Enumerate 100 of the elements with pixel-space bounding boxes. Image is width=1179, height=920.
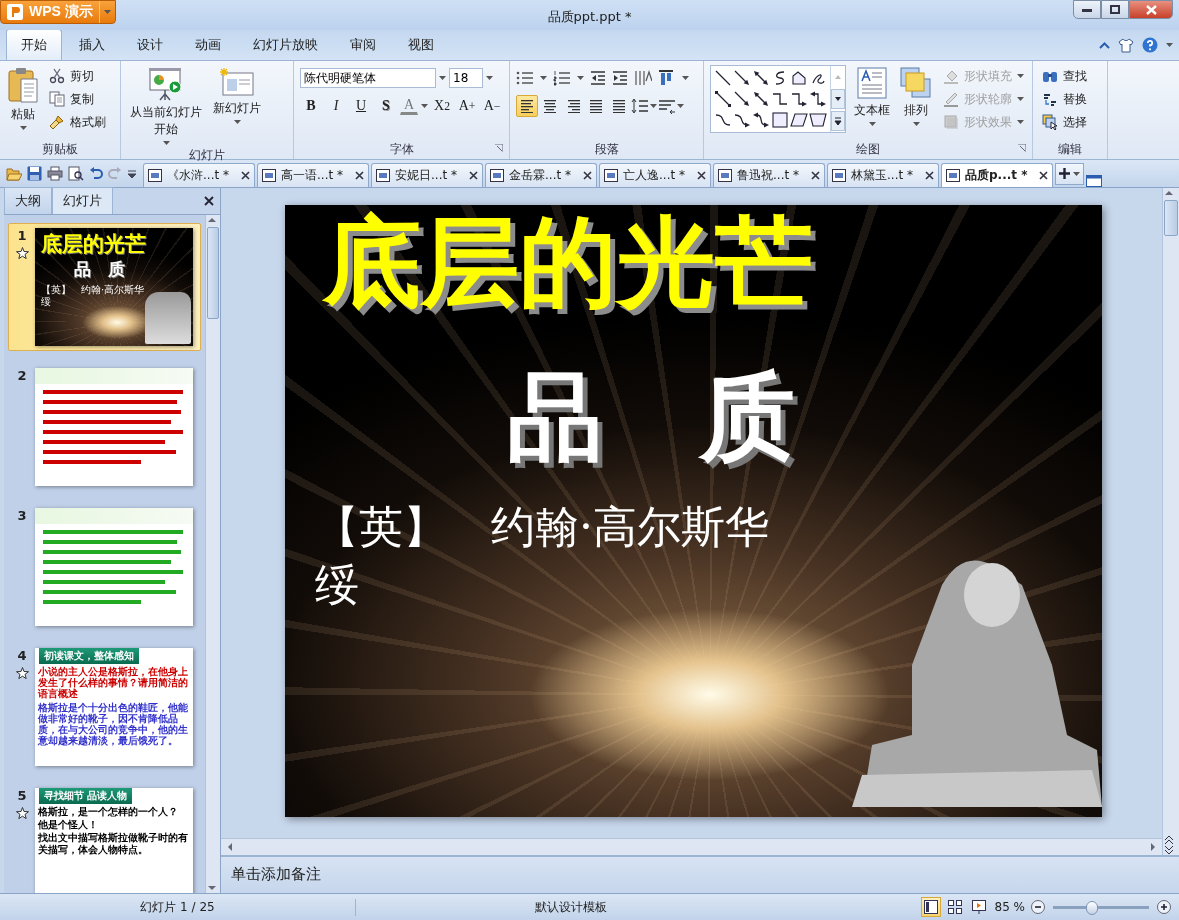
line-icon[interactable] (714, 68, 732, 87)
new-tab-button[interactable] (1055, 162, 1084, 185)
caret-icon[interactable] (103, 10, 111, 14)
paragraph-spacing-icon[interactable] (658, 98, 676, 114)
arrange-button[interactable]: 排列 (898, 65, 934, 139)
close-icon[interactable] (583, 171, 592, 180)
close-panel-button[interactable] (204, 196, 214, 206)
textbox-button[interactable]: 文本框 (852, 65, 892, 139)
edit-action[interactable]: 查找 (1039, 65, 1090, 87)
decrease-indent-icon[interactable] (590, 70, 606, 86)
scroll-thumb[interactable] (207, 227, 219, 319)
close-icon[interactable] (241, 171, 250, 180)
minimize-button[interactable] (1073, 0, 1101, 19)
scrollbar[interactable] (205, 215, 220, 893)
document-tab[interactable]: 高一语...t * (257, 163, 369, 187)
slide-list-item[interactable]: 1 底层的光芒 品 质 【英】 约翰·高尔斯华绥 (8, 223, 201, 351)
caret-icon[interactable] (577, 76, 584, 80)
clipboard-action[interactable]: 剪切 (46, 65, 109, 87)
zoom-out-icon[interactable] (1031, 900, 1045, 914)
slide-list-item[interactable]: 2 (8, 363, 201, 491)
vertical-align-icon[interactable] (658, 69, 676, 87)
document-tab[interactable]: 安妮日...t * (371, 163, 483, 187)
slide-list-item[interactable]: 3 (8, 503, 201, 631)
dialog-launcher-icon[interactable] (1018, 144, 1026, 152)
clipboard-action[interactable]: 复制 (46, 88, 109, 110)
bullets-icon[interactable] (516, 70, 534, 86)
ribbon-tab[interactable]: 幻灯片放映 (238, 29, 333, 60)
collapse-icon[interactable] (1099, 41, 1110, 49)
close-icon[interactable] (811, 171, 820, 180)
font-size-field[interactable]: 18 (449, 68, 483, 88)
text-direction-icon[interactable] (634, 69, 652, 87)
numbering-icon[interactable] (553, 70, 571, 86)
caret-icon[interactable] (1166, 43, 1173, 47)
caret-icon[interactable] (421, 104, 428, 108)
caret-icon[interactable] (439, 76, 446, 80)
close-icon[interactable] (355, 171, 364, 180)
close-icon[interactable] (697, 171, 706, 180)
close-icon[interactable] (925, 171, 934, 180)
zoom-in-icon[interactable] (1157, 900, 1171, 914)
font-style-button[interactable]: B (300, 95, 322, 117)
ribbon-tab[interactable]: 开始 (6, 29, 62, 60)
caret-icon[interactable] (486, 76, 493, 80)
alignment-button[interactable] (516, 95, 538, 117)
start-slideshow-button[interactable]: 从当前幻灯片开始 (127, 65, 206, 147)
slide-list-item[interactable]: 5 寻找细节 品读人物 格斯拉，是一个怎样的一个人？ 他是个怪人！ 找出文中描写格斯拉做靴子时的有关描写，体会人物特点。 (8, 783, 201, 893)
ribbon-tab[interactable]: 审阅 (335, 29, 391, 60)
ribbon-tab[interactable]: 动画 (180, 29, 236, 60)
view-button[interactable] (920, 897, 941, 917)
elbow-double-arrow-connector-icon[interactable] (809, 89, 827, 108)
paste-button[interactable]: 粘贴 (6, 65, 40, 139)
caret-icon[interactable] (682, 76, 689, 80)
font-style-button[interactable]: S (375, 95, 397, 117)
panel-tab[interactable]: 幻灯片 (52, 187, 113, 214)
trapezoid-icon[interactable] (809, 110, 827, 129)
font-style-button[interactable]: I (325, 95, 347, 117)
document-tab[interactable]: 亡人逸...t * (599, 163, 711, 187)
window-list-icon[interactable] (1086, 175, 1102, 187)
scroll-down-icon[interactable] (831, 88, 845, 110)
notes-field[interactable]: 单击添加备注 (221, 857, 1179, 893)
font-style-button[interactable]: U (350, 95, 372, 117)
connector-icon[interactable] (714, 89, 732, 108)
more-icon[interactable] (831, 110, 845, 132)
clipboard-action[interactable]: 格式刷 (46, 111, 109, 133)
dialog-launcher-icon[interactable] (495, 144, 503, 152)
ribbon-tab[interactable]: 插入 (64, 29, 120, 60)
scrollbar[interactable] (221, 838, 1162, 855)
double-arrow-connector-icon[interactable] (752, 89, 770, 108)
maximize-button[interactable] (1101, 0, 1129, 19)
document-tab[interactable]: 《水浒...t * (143, 163, 255, 187)
document-tab[interactable]: 品质p...t * (941, 163, 1053, 187)
close-button[interactable] (1129, 0, 1173, 19)
scroll-thumb[interactable] (1164, 200, 1178, 236)
print-preview-icon[interactable] (68, 166, 84, 181)
close-icon[interactable] (469, 171, 478, 180)
zoom-slider[interactable] (1086, 900, 1099, 915)
slide-list-item[interactable]: 4 初读课文，整体感知 小说的主人公是格斯拉，在他身上发生了什么样的事情？请用简洁的语言概述 格斯拉是个十分出色的鞋匠，他能做非常好的靴子，因不肯降低品质，在与大公司的竞争中，他的生意却越来越清淡，最后饿死了。 (8, 643, 201, 771)
shirt-icon[interactable] (1118, 37, 1134, 53)
double-arrow-icon[interactable] (752, 68, 770, 87)
caret-icon[interactable] (650, 104, 657, 108)
scrollbar[interactable] (1162, 188, 1179, 855)
arrow-connector-icon[interactable] (733, 89, 751, 108)
font-name-field[interactable]: 陈代明硬笔体 (300, 68, 436, 88)
document-tab[interactable]: 金岳霖...t * (485, 163, 597, 187)
panel-tab[interactable]: 大纲 (4, 187, 52, 214)
increase-indent-icon[interactable] (612, 70, 628, 86)
rectangle-icon[interactable] (771, 110, 789, 129)
line-spacing-icon[interactable] (631, 98, 649, 114)
undo-icon[interactable] (89, 167, 103, 180)
customize-icon[interactable] (127, 168, 137, 179)
caret-icon[interactable] (540, 76, 547, 80)
document-tab[interactable]: 林黛玉...t * (827, 163, 939, 187)
ribbon-tab[interactable]: 设计 (122, 29, 178, 60)
close-icon[interactable] (1039, 171, 1048, 180)
edit-action[interactable]: 替换 (1039, 88, 1090, 110)
print-icon[interactable] (47, 166, 63, 181)
caret-icon[interactable] (677, 104, 684, 108)
curved-double-arrow-connector-icon[interactable] (752, 110, 770, 129)
arrow-icon[interactable] (733, 68, 751, 87)
edit-action[interactable]: 选择 (1039, 111, 1090, 133)
help-icon[interactable] (1142, 37, 1158, 53)
